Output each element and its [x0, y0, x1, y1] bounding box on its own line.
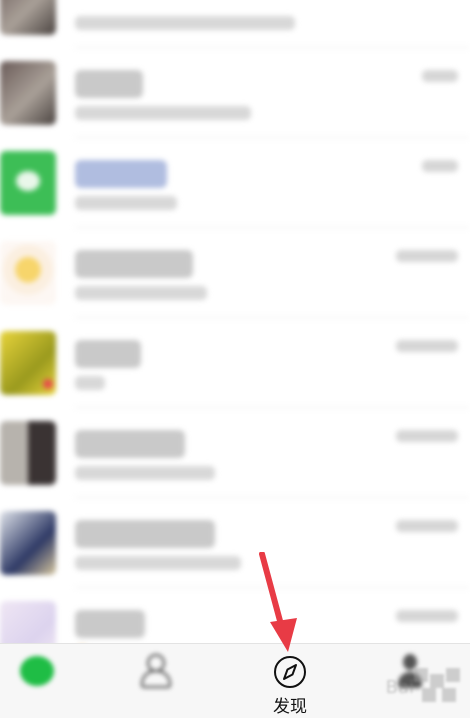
- chat-row[interactable]: [0, 0, 470, 48]
- chat-row[interactable]: [0, 228, 470, 318]
- chat-preview-blurred: [75, 556, 241, 570]
- chat-preview-blurred: [75, 466, 215, 480]
- tab-contacts[interactable]: [107, 650, 203, 716]
- chat-preview-blurred: [75, 376, 105, 390]
- chat-time-blurred: [396, 610, 458, 622]
- avatar: [0, 61, 56, 125]
- tab-discover[interactable]: 发现: [242, 650, 338, 717]
- chat-title-blurred: [75, 340, 141, 368]
- chat-title-blurred: [75, 520, 215, 548]
- chat-row[interactable]: [0, 408, 470, 498]
- chat-row[interactable]: [0, 498, 470, 588]
- avatar: [0, 151, 56, 215]
- avatar: [0, 511, 56, 575]
- compass-icon: [270, 654, 310, 690]
- chat-time-blurred: [396, 340, 458, 352]
- chat-title-blurred: [75, 430, 185, 458]
- avatar: [0, 0, 56, 35]
- chat-title-blurred: [75, 70, 143, 98]
- chat-preview-blurred: [75, 286, 207, 300]
- watermark-logo: Bai: [362, 660, 466, 712]
- chat-time-blurred: [396, 520, 458, 532]
- chat-preview-blurred: [75, 196, 177, 210]
- avatar: [0, 241, 56, 305]
- chat-row[interactable]: [0, 138, 470, 228]
- chat-time-blurred: [422, 160, 458, 172]
- chat-title-blurred: [75, 250, 193, 278]
- chat-time-blurred: [422, 70, 458, 82]
- chat-title-blurred: [75, 610, 145, 638]
- chat-row[interactable]: [0, 318, 470, 408]
- chat-time-blurred: [396, 250, 458, 262]
- chat-list: [0, 0, 470, 678]
- avatar: [0, 331, 56, 395]
- wechat-chats-screen: 发现 Bai: [0, 0, 470, 718]
- chat-preview-blurred: [75, 106, 251, 120]
- chat-bubble-icon: [16, 654, 56, 690]
- contacts-icon: [135, 654, 175, 690]
- chat-row[interactable]: [0, 48, 470, 138]
- tab-discover-label: 发现: [273, 697, 307, 717]
- red-arrow-annotation: [259, 552, 297, 652]
- chat-time-blurred: [396, 430, 458, 442]
- tab-chats[interactable]: [0, 650, 84, 716]
- chat-preview-blurred: [75, 16, 295, 30]
- avatar: [0, 421, 56, 485]
- chat-title-blurred: [75, 160, 167, 188]
